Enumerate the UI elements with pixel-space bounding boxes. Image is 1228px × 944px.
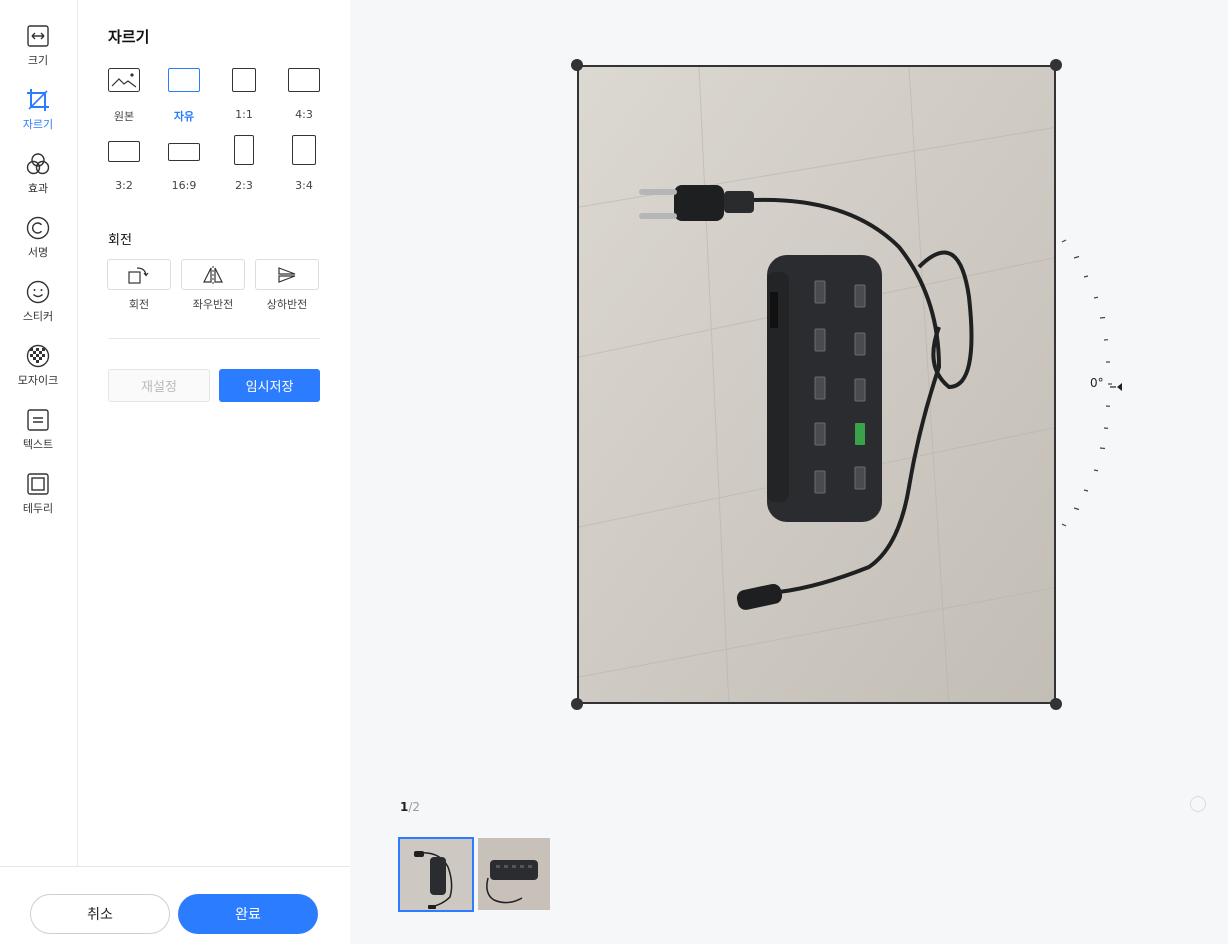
rotate-icon — [128, 266, 149, 284]
ratio-label-3-2: 3:2 — [115, 179, 133, 192]
ratio-label-free: 자유 — [173, 110, 195, 123]
crop-handle-top-left[interactable] — [571, 59, 583, 71]
rail-item-sticker[interactable]: 스티커 — [0, 280, 76, 336]
rail-label-border: 테두리 — [22, 502, 54, 515]
rail-label-sticker: 스티커 — [22, 310, 54, 323]
rail-label-effects: 효과 — [27, 182, 49, 195]
rail-item-signature[interactable]: 서명 — [0, 216, 76, 272]
cancel-button[interactable]: 취소 — [30, 894, 170, 934]
rail-label-text: 텍스트 — [22, 438, 54, 451]
editor-canvas: 0° 1/2 — [350, 0, 1228, 944]
thumbnail-1[interactable] — [398, 837, 474, 912]
rail-item-mosaic[interactable]: 모자이크 — [0, 344, 76, 400]
reset-button[interactable]: 재설정 — [108, 369, 210, 402]
page-total: /2 — [408, 800, 421, 814]
ratio-4-3-shape — [288, 68, 320, 92]
rotate-section-title: 회전 — [108, 233, 132, 248]
crop-icon — [27, 89, 49, 111]
ratio-4-3[interactable]: 4:3 — [280, 68, 328, 124]
ratio-label-1-1: 1:1 — [235, 108, 253, 121]
rail-label-resize: 크기 — [27, 54, 49, 67]
resize-icon — [27, 25, 49, 47]
rotate-label: 회전 — [128, 298, 150, 311]
ratio-label-2-3: 2:3 — [235, 179, 253, 192]
thumbnail-2-image — [478, 838, 550, 910]
flip-horizontal-icon — [203, 265, 223, 284]
flip-vertical-label: 상하반전 — [266, 298, 308, 311]
ratio-3-2[interactable]: 3:2 — [100, 139, 148, 195]
thumbnail-2[interactable] — [478, 838, 550, 910]
rail-item-border[interactable]: 테두리 — [0, 472, 76, 528]
ratio-label-16-9: 16:9 — [171, 179, 197, 192]
crop-photo[interactable] — [577, 65, 1056, 704]
rail-item-text[interactable]: 텍스트 — [0, 408, 76, 464]
rail-item-resize[interactable]: 크기 — [0, 24, 76, 80]
ratio-free-shape — [168, 68, 200, 92]
ratio-2-3[interactable]: 2:3 — [220, 135, 268, 192]
temp-save-button[interactable]: 임시저장 — [219, 369, 320, 402]
panel-title: 자르기 — [108, 28, 150, 46]
tool-rail: 크기 자르기 효과 서명 스티커 모자이크 텍스트 테두리 — [0, 0, 78, 866]
ratio-label-original: 원본 — [113, 110, 135, 123]
copyright-icon — [26, 216, 50, 240]
flip-horizontal-label: 좌우반전 — [192, 298, 234, 311]
rail-label-signature: 서명 — [27, 246, 49, 259]
ratio-3-4-shape — [292, 135, 316, 165]
original-image-icon — [108, 68, 140, 92]
loading-icon — [1190, 796, 1206, 812]
footer-bar: 취소 완료 — [0, 866, 350, 944]
flip-vertical-button[interactable] — [255, 259, 319, 290]
ratio-3-4[interactable]: 3:4 — [280, 135, 328, 192]
rail-label-mosaic: 모자이크 — [17, 374, 59, 387]
ratio-label-3-4: 3:4 — [295, 179, 313, 192]
smiley-icon — [26, 280, 50, 304]
ratio-2-3-shape — [234, 135, 254, 165]
crop-handle-bottom-left[interactable] — [571, 698, 583, 710]
ratio-16-9[interactable]: 16:9 — [160, 139, 208, 195]
ratio-16-9-shape — [168, 143, 200, 161]
border-icon — [27, 473, 49, 495]
effects-icon — [26, 153, 50, 175]
rotation-angle: 0° — [1090, 376, 1104, 390]
flip-vertical-icon — [278, 266, 296, 283]
panel-divider — [108, 338, 320, 339]
rail-label-crop: 자르기 — [22, 118, 54, 131]
ratio-label-4-3: 4:3 — [295, 108, 313, 121]
ratio-free[interactable]: 자유 — [160, 68, 208, 124]
mosaic-icon — [26, 344, 50, 368]
power-strip-photo — [579, 67, 1054, 702]
ratio-3-2-shape — [108, 141, 140, 162]
ratio-1-1[interactable]: 1:1 — [220, 68, 268, 124]
done-button[interactable]: 완료 — [178, 894, 318, 934]
text-icon — [27, 409, 49, 431]
rail-item-effects[interactable]: 효과 — [0, 152, 76, 208]
crop-options-panel: 자르기 원본 자유 1:1 4:3 3:2 16:9 2:3 3:4 회전 회전 — [78, 0, 350, 866]
crop-handle-top-right[interactable] — [1050, 59, 1062, 71]
ratio-original[interactable]: 원본 — [100, 68, 148, 124]
page-indicator: 1/2 — [400, 800, 420, 814]
rail-item-crop[interactable]: 자르기 — [0, 88, 76, 144]
crop-handle-bottom-right[interactable] — [1050, 698, 1062, 710]
thumbnail-1-image — [400, 839, 472, 910]
ratio-1-1-shape — [232, 68, 256, 92]
rotate-button[interactable] — [107, 259, 171, 290]
flip-horizontal-button[interactable] — [181, 259, 245, 290]
